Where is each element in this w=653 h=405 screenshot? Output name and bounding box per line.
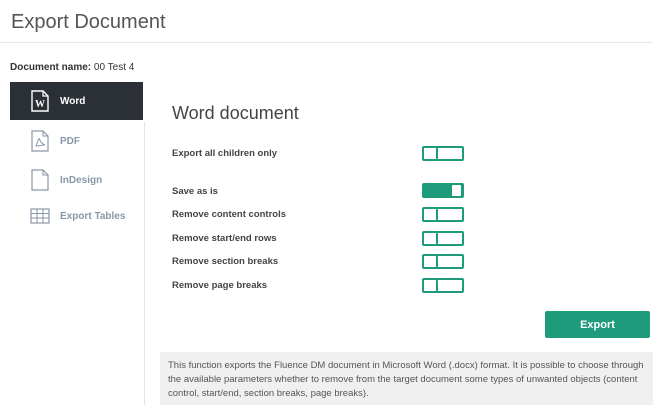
option-label-remove-content-controls: Remove content controls xyxy=(172,209,287,220)
sidebar-item-word[interactable]: W Word xyxy=(10,82,143,120)
remove-content-controls-toggle[interactable] xyxy=(422,207,464,222)
remove-start-end-rows-toggle[interactable] xyxy=(422,231,464,246)
word-icon: W xyxy=(30,89,50,113)
pdf-icon xyxy=(30,129,50,153)
option-label-remove-start-end-rows: Remove start/end rows xyxy=(172,233,277,244)
sidebar-item-label: PDF xyxy=(60,135,80,147)
info-description: This function exports the Fluence DM doc… xyxy=(160,352,653,405)
remove-page-breaks-toggle[interactable] xyxy=(422,278,464,293)
toggle-knob xyxy=(426,148,438,159)
sidebar-item-indesign[interactable]: InDesign xyxy=(10,161,143,199)
sidebar-item-pdf[interactable]: PDF xyxy=(10,122,143,160)
toggle-knob xyxy=(426,209,438,220)
toggle-knob xyxy=(426,233,438,244)
export-button[interactable]: Export xyxy=(545,311,650,338)
sidebar-item-export-tables[interactable]: Export Tables xyxy=(10,197,143,235)
option-label-remove-section-breaks: Remove section breaks xyxy=(172,256,279,267)
toggle-knob xyxy=(426,280,438,291)
option-label-remove-page-breaks: Remove page breaks xyxy=(172,280,268,291)
document-name-label: Document name: xyxy=(10,62,92,73)
export-format-sidebar: W Word PDF InDesign Export Tables xyxy=(10,82,145,405)
toggle-knob xyxy=(452,185,461,196)
panel-divider xyxy=(144,122,145,405)
sidebar-item-label: Word xyxy=(60,95,86,107)
option-label-save-as-is: Save as is xyxy=(172,186,218,197)
table-icon xyxy=(30,204,50,228)
title-divider xyxy=(0,42,653,43)
file-icon xyxy=(30,168,50,192)
document-name: Document name: 00 Test 4 xyxy=(10,62,134,73)
toggle-knob xyxy=(426,256,438,267)
sidebar-item-label: Export Tables xyxy=(60,210,126,222)
remove-section-breaks-toggle[interactable] xyxy=(422,254,464,269)
page-title: Export Document xyxy=(11,11,166,33)
export-all-children-toggle[interactable] xyxy=(422,146,464,161)
panel-title: Word document xyxy=(172,103,299,123)
svg-text:W: W xyxy=(35,99,45,110)
option-label-export-all-children: Export all children only xyxy=(172,148,278,159)
save-as-is-toggle[interactable] xyxy=(422,183,464,198)
sidebar-item-label: InDesign xyxy=(60,174,103,186)
document-name-value: 00 Test 4 xyxy=(93,62,135,73)
